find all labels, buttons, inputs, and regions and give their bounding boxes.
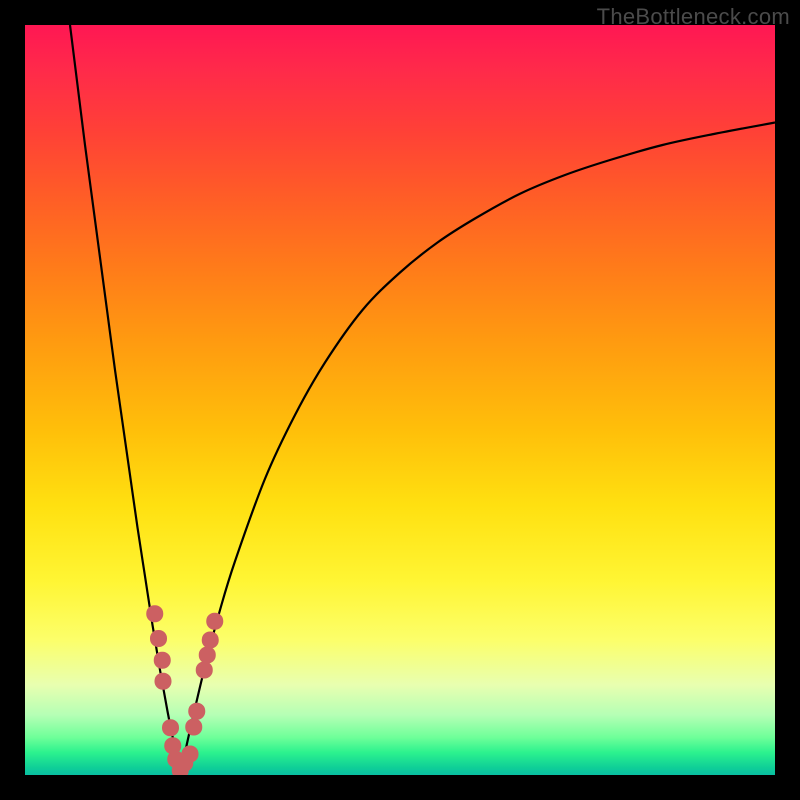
watermark-text: TheBottleneck.com: [597, 4, 790, 30]
data-marker: [182, 746, 198, 762]
data-marker: [202, 632, 218, 648]
data-marker: [165, 738, 181, 754]
data-marker: [186, 719, 202, 735]
plot-area: [25, 25, 775, 775]
data-marker: [189, 703, 205, 719]
right-branch-curve: [180, 123, 775, 776]
data-marker: [151, 631, 167, 647]
curve-overlay: [25, 25, 775, 775]
data-marker: [155, 673, 171, 689]
data-marker: [199, 647, 215, 663]
data-marker: [177, 755, 193, 771]
data-markers: [147, 606, 223, 775]
data-marker: [196, 662, 212, 678]
data-marker: [172, 763, 188, 776]
chart-frame: TheBottleneck.com: [0, 0, 800, 800]
left-branch-curve: [70, 25, 180, 775]
data-marker: [207, 613, 223, 629]
data-marker: [147, 606, 163, 622]
data-marker: [168, 751, 184, 767]
data-marker: [154, 652, 170, 668]
data-marker: [163, 720, 179, 736]
